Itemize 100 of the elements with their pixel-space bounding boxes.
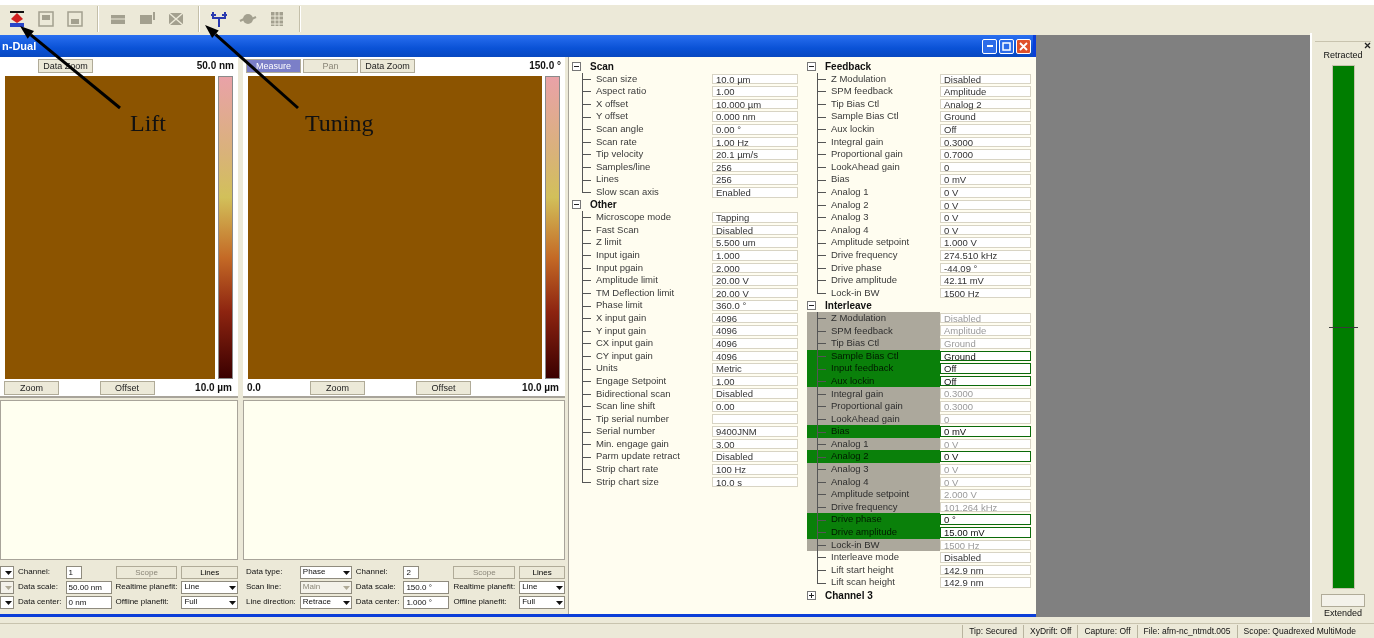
collapse-icon[interactable] — [572, 61, 581, 71]
collapse-icon[interactable] — [807, 61, 816, 71]
parameter-value[interactable]: 0 V — [940, 199, 1031, 211]
parameter-value[interactable]: Ground — [940, 350, 1031, 362]
parameter-value[interactable]: 142.9 nm — [940, 564, 1031, 576]
parameter-value[interactable]: 1.000 V — [940, 237, 1031, 248]
parameter-label: Analog 1 — [831, 438, 869, 450]
parameter-value[interactable]: 1500 Hz — [940, 287, 1031, 299]
dropdown[interactable]: Phase — [299, 565, 352, 579]
group-title: Interleave — [825, 300, 872, 312]
parameter-value[interactable]: 4096 — [712, 338, 798, 349]
parameter-value[interactable]: 15.00 mV — [940, 526, 1031, 538]
dropdown[interactable]: Line — [181, 580, 238, 594]
parameter-value[interactable]: 0 V — [940, 224, 1031, 236]
parameter-label: Input pgain — [596, 262, 643, 273]
parameter-value[interactable]: 100 Hz — [712, 464, 798, 475]
parameter-value[interactable]: 0.3000 — [940, 136, 1031, 148]
parameter-value[interactable]: 0.00 ° — [712, 123, 798, 135]
parameter-value[interactable]: 20.00 V — [712, 275, 798, 286]
parameter-label: Microscope mode — [596, 212, 671, 223]
parameter-value[interactable]: 4096 — [712, 312, 798, 324]
parameter-value[interactable]: 1.00 — [712, 375, 798, 387]
dropdown[interactable]: Full — [519, 595, 565, 609]
parameter-value[interactable]: -44.09 ° — [940, 262, 1031, 274]
collapse-icon[interactable] — [807, 301, 816, 311]
view-button[interactable]: Measure — [246, 58, 301, 73]
parameter-value[interactable]: 0 V — [940, 212, 1031, 223]
image-tool-button[interactable]: Offset — [99, 380, 155, 395]
parameter-value[interactable]: 256 — [712, 161, 798, 173]
view-button[interactable]: Data Zoom — [360, 58, 415, 73]
input-field[interactable]: 2 — [403, 565, 420, 579]
parameter-value[interactable]: 0 V — [940, 186, 1031, 198]
parameter-label: Lines — [596, 174, 619, 185]
parameter-value[interactable]: 0 — [940, 161, 1031, 173]
parameter-value[interactable]: Tapping — [712, 212, 798, 223]
parameter-value[interactable]: Disabled — [940, 552, 1031, 563]
parameter-value[interactable]: Disabled — [940, 73, 1031, 85]
parameter-label: Tip velocity — [596, 149, 644, 160]
parameter-value[interactable]: Off — [940, 375, 1031, 387]
parameter-value[interactable]: 4096 — [712, 350, 798, 362]
parameter-value[interactable]: 0 V — [940, 451, 1031, 462]
parameter-value[interactable]: 0.7000 — [940, 149, 1031, 160]
parameter-value[interactable]: 5.500 um — [712, 237, 798, 248]
parameter-value[interactable]: 9400JNM — [712, 426, 798, 437]
expand-icon[interactable] — [807, 590, 816, 600]
parameter-value[interactable]: 2.000 — [712, 262, 798, 274]
parameter-value[interactable]: 0.00 — [712, 401, 798, 412]
parameter-value[interactable]: 42.11 mV — [940, 275, 1031, 286]
dropdown[interactable]: Retrace — [299, 595, 352, 609]
parameter-value[interactable]: 360.0 ° — [712, 300, 798, 311]
input-field[interactable]: 150.0 ° — [403, 580, 450, 594]
collapse-icon[interactable] — [572, 200, 581, 210]
input-field[interactable]: 1 — [65, 565, 82, 579]
parameter-value[interactable]: 3.00 — [712, 438, 798, 450]
button[interactable]: Lines — [519, 565, 565, 579]
image-tool-button[interactable]: Zoom — [309, 380, 365, 395]
parameter-value[interactable]: 256 — [712, 174, 798, 185]
parameter-value[interactable]: Disabled — [712, 451, 798, 462]
dropdown[interactable]: Full — [181, 595, 238, 609]
parameter-value[interactable]: 0 mV — [940, 174, 1031, 185]
close-button[interactable] — [1016, 38, 1031, 54]
maximize-button[interactable] — [999, 38, 1014, 54]
parameter-value[interactable]: Amplitude — [940, 86, 1031, 97]
parameter-value[interactable]: Off — [940, 123, 1031, 135]
input-field[interactable]: 50.00 nm — [65, 580, 112, 594]
dropdown[interactable] — [0, 595, 14, 609]
field-label: Offline planefit: — [115, 597, 170, 607]
button[interactable]: Lines — [181, 565, 238, 579]
parameter-value[interactable]: 0.000 nm — [712, 111, 798, 122]
parameter-value[interactable]: 4096 — [712, 325, 798, 337]
field-label: Channel: — [18, 567, 52, 577]
parameter-value[interactable]: Disabled — [712, 388, 798, 400]
parameter-value[interactable]: 142.9 nm — [940, 577, 1031, 588]
image-tool-button[interactable]: Offset — [416, 380, 472, 395]
dropdown[interactable] — [0, 565, 14, 579]
parameter-value[interactable]: Off — [940, 363, 1031, 374]
parameter-value[interactable]: 0 mV — [940, 426, 1031, 437]
parameter-value[interactable]: Disabled — [712, 224, 798, 236]
parameter-value[interactable]: Analog 2 — [940, 98, 1031, 110]
input-field[interactable]: 1.000 ° — [403, 595, 450, 609]
parameter-value[interactable]: 1.00 Hz — [712, 136, 798, 148]
image-tool-button[interactable]: Zoom — [4, 380, 59, 395]
parameter-value[interactable]: 1.000 — [712, 249, 798, 261]
parameter-label: Proportional gain — [831, 401, 903, 412]
dropdown[interactable]: Line — [519, 580, 565, 594]
parameter-value[interactable]: 274.510 kHz — [940, 249, 1031, 261]
parameter-label: X offset — [596, 98, 629, 110]
parameter-value[interactable]: 20.00 V — [712, 287, 798, 299]
input-field[interactable]: 0 nm — [65, 595, 112, 609]
parameter-value[interactable]: Enabled — [712, 186, 798, 198]
parameter-value[interactable]: 10.0 s — [712, 476, 798, 488]
minimize-button[interactable] — [982, 38, 997, 54]
parameter-value[interactable]: Ground — [940, 111, 1031, 122]
parameter-value[interactable]: 1.00 — [712, 86, 798, 97]
parameter-value[interactable]: 10.0 µm — [712, 73, 798, 85]
parameter-value[interactable]: 20.1 µm/s — [712, 149, 798, 160]
window-icon — [65, 9, 85, 29]
parameter-value[interactable]: 0 ° — [940, 514, 1031, 525]
parameter-value[interactable]: 10.000 µm — [712, 98, 798, 110]
parameter-value[interactable]: Metric — [712, 363, 798, 374]
